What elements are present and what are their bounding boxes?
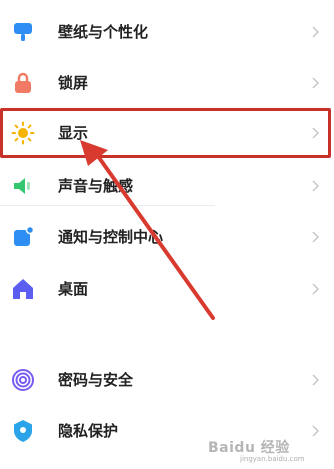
settings-item-label: 密码与安全 — [58, 371, 134, 389]
settings-item-notifications[interactable]: 通知与控制中心 — [0, 211, 334, 263]
settings-item-lockscreen[interactable]: 锁屏 — [0, 57, 334, 109]
settings-item-label: 锁屏 — [58, 74, 89, 92]
settings-item-label: 通知与控制中心 — [58, 228, 164, 246]
settings-item-label: 桌面 — [58, 280, 89, 298]
watermark-subtext: jingyan.baidu.com — [240, 455, 305, 463]
settings-item-wallpaper[interactable]: 壁纸与个性化 — [0, 6, 334, 58]
highlight-box — [0, 108, 331, 158]
section-gap — [0, 326, 334, 352]
settings-item-password-security[interactable]: 密码与安全 — [0, 354, 334, 406]
fingerprint-icon — [12, 369, 34, 391]
chevron-right-icon — [312, 77, 319, 89]
chevron-right-icon — [312, 180, 319, 192]
home-icon — [13, 279, 33, 299]
watermark: Baidu 经验 jingyan.baidu.com — [208, 435, 328, 465]
chevron-right-icon — [312, 231, 319, 243]
chevron-right-icon — [312, 374, 319, 386]
palette-icon — [14, 23, 32, 41]
settings-item-label: 声音与触感 — [58, 177, 134, 195]
settings-item-sound[interactable]: 声音与触感 — [0, 160, 334, 212]
chevron-right-icon — [312, 26, 319, 38]
settings-screen: 壁纸与个性化 锁屏 显示 声音与触感 通知与控制中心 桌面 密码与安全 隐私保护… — [0, 0, 334, 469]
lock-icon — [15, 72, 31, 93]
settings-item-label: 隐私保护 — [58, 422, 119, 440]
settings-item-desktop[interactable]: 桌面 — [0, 263, 334, 315]
watermark-text: Baidu 经验 — [208, 440, 290, 456]
settings-item-label: 壁纸与个性化 — [58, 23, 149, 41]
speaker-icon — [14, 178, 30, 194]
chevron-right-icon — [312, 283, 319, 295]
shield-icon — [14, 420, 32, 442]
notification-icon — [14, 225, 35, 246]
